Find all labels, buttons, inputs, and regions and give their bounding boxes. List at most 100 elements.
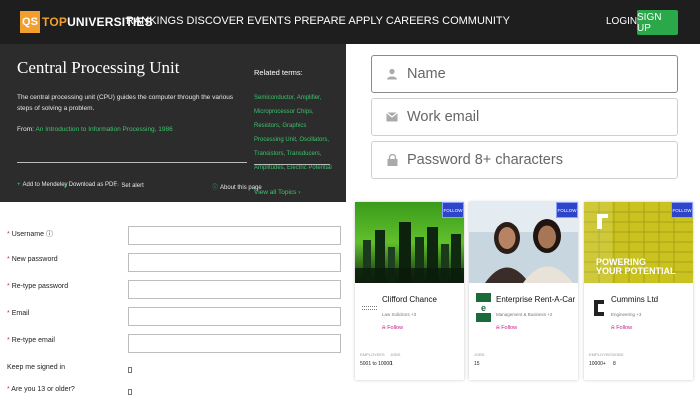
follow-button[interactable]: ⍾ Follow: [496, 325, 517, 332]
employees-value: 10000+: [589, 361, 606, 367]
bell-icon: ⍾: [382, 325, 386, 331]
company-name[interactable]: Clifford Chance: [382, 295, 437, 304]
jobs-label: JOBS: [390, 352, 401, 357]
banner-line-2: YOUR POTENTIAL: [596, 266, 676, 276]
logo-top-text: TOP: [42, 15, 68, 29]
follow-badge[interactable]: FOLLOW: [442, 202, 464, 218]
nav-link-prepare[interactable]: PREPARE: [294, 15, 346, 27]
jobs-value: 8: [613, 361, 616, 367]
company-card-cummins[interactable]: POWERING YOUR POTENTIAL FOLLOW Cummins L…: [584, 202, 693, 380]
alert-label: Set alert: [121, 183, 144, 189]
main-nav-links: RANKINGS DISCOVER EVENTS PREPARE APPLY C…: [126, 15, 510, 27]
info-icon: ⓘ: [212, 185, 219, 191]
topic-source: From: An Introduction to Information Pro…: [17, 126, 173, 133]
username-input[interactable]: [128, 226, 341, 245]
banner-slogan: POWERING YOUR POTENTIAL: [596, 258, 676, 276]
city-skyline-image: FOLLOW: [355, 202, 464, 283]
company-card-enterprise[interactable]: FOLLOW e Enterprise Rent-A-Car Managemen…: [469, 202, 578, 380]
chevron-right-icon: ›: [298, 189, 301, 196]
add-to-mendeley-link[interactable]: + Add to Mendeley: [17, 182, 68, 188]
company-name[interactable]: Cummins Ltd: [611, 295, 658, 304]
name-field[interactable]: Name: [371, 55, 678, 93]
nav-link-discover[interactable]: DISCOVER: [187, 15, 244, 27]
enterprise-logo: e: [475, 293, 492, 322]
source-link[interactable]: An Introduction to Information Processin…: [35, 126, 172, 133]
plus-icon: +: [17, 182, 21, 188]
cpu-topic-panel: Central Processing Unit The central proc…: [0, 44, 346, 202]
lock-icon: [385, 153, 399, 167]
login-link[interactable]: LOGIN: [606, 16, 637, 27]
company-name[interactable]: Enterprise Rent-A-Car: [496, 295, 575, 304]
topic-title: Central Processing Unit: [17, 58, 180, 77]
people-photo-image: FOLLOW: [469, 202, 578, 283]
about-label: About this page: [220, 185, 262, 191]
keep-signed-in-label: Keep me signed in: [7, 364, 65, 371]
about-page-link[interactable]: ⓘ About this page: [212, 182, 262, 191]
new-password-input[interactable]: [128, 253, 341, 272]
powering-potential-banner: POWERING YOUR POTENTIAL FOLLOW: [584, 202, 693, 283]
password-placeholder: Password 8+ characters: [407, 152, 563, 168]
follow-badge[interactable]: FOLLOW: [556, 202, 578, 218]
person-icon: [385, 67, 399, 81]
work-email-placeholder: Work email: [407, 109, 480, 125]
retype-password-input[interactable]: [128, 280, 341, 299]
jobs-value: 15: [474, 361, 480, 367]
pdf-label: Download as PDF: [68, 182, 118, 188]
new-password-label: * New password: [7, 256, 58, 263]
username-label: * Username ⓘ: [7, 231, 53, 238]
nav-link-events[interactable]: EVENTS: [247, 15, 291, 27]
svg-text:e: e: [481, 303, 486, 313]
help-icon[interactable]: ⓘ: [46, 231, 53, 238]
bell-icon: ⚐: [114, 183, 120, 189]
retype-password-label: * Re-type password: [7, 283, 69, 290]
work-email-field[interactable]: Work email: [371, 98, 678, 136]
mendeley-label: Add to Mendeley: [22, 182, 68, 188]
panel-divider: [17, 162, 247, 163]
age-check-label: * Are you 13 or older?: [7, 386, 75, 393]
name-placeholder: Name: [407, 66, 446, 82]
cummins-logo: [590, 293, 607, 322]
jobs-label: JOBS: [613, 352, 624, 357]
keep-signed-in-checkbox[interactable]: [128, 367, 132, 373]
bell-icon: ⍾: [611, 325, 615, 331]
signup-button[interactable]: SIGN UP: [637, 10, 678, 35]
related-divider: [254, 164, 330, 165]
email-input[interactable]: [128, 307, 341, 326]
follow-badge[interactable]: FOLLOW: [671, 202, 693, 218]
password-field[interactable]: Password 8+ characters: [371, 141, 678, 179]
follow-button[interactable]: ⍾ Follow: [382, 325, 403, 332]
jobs-value: 1: [390, 361, 393, 367]
employees-value: 5001 to 10000: [360, 361, 392, 367]
nav-link-apply[interactable]: APPLY: [348, 15, 382, 27]
clifford-chance-logo: [361, 293, 378, 322]
set-alert-link[interactable]: ⚐ Set alert: [114, 182, 144, 189]
age-check-checkbox[interactable]: [128, 389, 132, 395]
download-icon: ⤓: [64, 182, 67, 188]
retype-email-label: * Re-type email: [7, 337, 55, 344]
jobs-label: JOBS: [474, 352, 485, 357]
employees-label: EMPLOYEES: [360, 352, 385, 357]
related-terms-list[interactable]: Semiconductor, Amplifier, Microprocessor…: [254, 91, 332, 175]
company-category: Law Solicitors +3: [382, 312, 417, 317]
envelope-icon: [385, 110, 399, 124]
nav-link-careers[interactable]: CAREERS: [386, 15, 439, 27]
top-navbar: QS TOPUNIVERSITIES RANKINGS DISCOVER EVE…: [0, 0, 700, 44]
topic-description: The central processing unit (CPU) guides…: [17, 94, 234, 112]
employees-label: EMPLOYEES: [589, 352, 614, 357]
nav-link-rankings[interactable]: RANKINGS: [126, 15, 183, 27]
follow-label: Follow: [501, 325, 518, 331]
company-card-clifford-chance[interactable]: FOLLOW Clifford Chance Law Solicitors +3…: [355, 202, 464, 380]
follow-label: Follow: [616, 325, 633, 331]
bell-icon: ⍾: [496, 325, 500, 331]
nav-link-community[interactable]: COMMUNITY: [442, 15, 510, 27]
company-category: Management & Business +2: [496, 312, 553, 317]
source-label: From:: [17, 126, 34, 133]
follow-label: Follow: [387, 325, 404, 331]
download-pdf-link[interactable]: ⤓ Download as PDF: [64, 182, 117, 189]
qs-logo-badge[interactable]: QS: [20, 11, 40, 33]
related-terms-heading: Related terms:: [254, 68, 303, 77]
follow-button[interactable]: ⍾ Follow: [611, 325, 632, 332]
retype-email-input[interactable]: [128, 334, 341, 353]
email-label: * Email: [7, 310, 30, 317]
company-category: Engineering +3: [611, 312, 642, 317]
